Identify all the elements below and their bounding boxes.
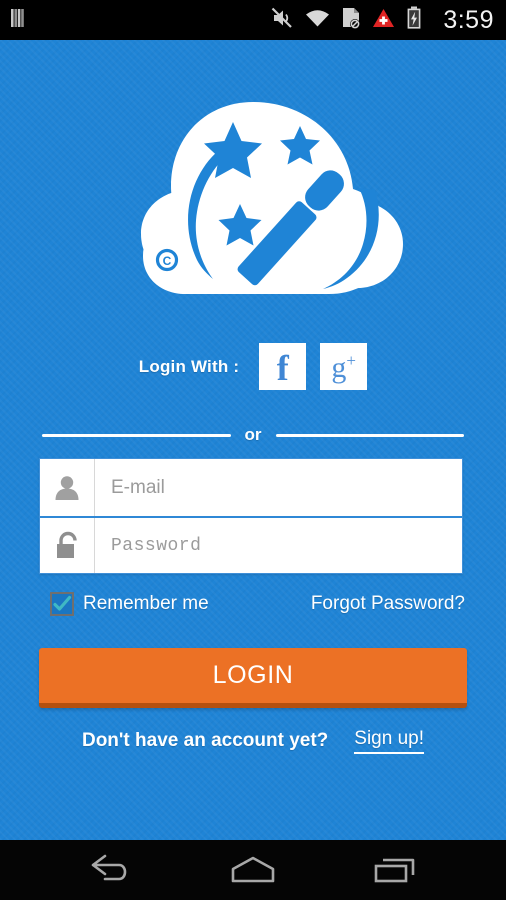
facebook-icon: f [276, 347, 289, 388]
app-content: C Login With : f g+ or E-mail Remember m… [0, 40, 506, 840]
login-button[interactable]: LOGIN [39, 648, 467, 708]
google-plus-login-button[interactable]: g+ [320, 343, 368, 390]
recents-button[interactable] [355, 845, 435, 895]
form-options-row: Remember me Forgot Password? [50, 592, 465, 616]
status-bar-right: 3:59 [270, 6, 494, 35]
remember-me-control[interactable]: Remember me [50, 592, 209, 616]
email-field-row [40, 459, 462, 516]
login-screen: 3:59 C Login With: f g+ or E-mail Remem… [0, 0, 506, 900]
divider-line-left [42, 433, 231, 437]
status-bar-left [10, 7, 26, 34]
recent-apps-icon [374, 858, 415, 883]
check-icon [53, 595, 72, 611]
divider-line-right [275, 433, 464, 437]
status-bar: 3:59 [0, 0, 506, 40]
battery-charging-icon [406, 6, 422, 35]
home-button[interactable] [213, 845, 293, 895]
email-input[interactable] [95, 459, 462, 516]
signup-row: Don't have an account yet? Sign up! [0, 728, 506, 754]
password-field-row [40, 516, 462, 573]
svg-text:C: C [163, 254, 172, 268]
mute-icon [270, 6, 294, 35]
facebook-login-button[interactable]: f [259, 343, 307, 390]
unlocked-padlock-icon [40, 518, 95, 573]
or-divider: or [42, 425, 464, 445]
signup-prompt: Don't have an account yet? [81, 730, 329, 751]
android-navigation-bar [0, 840, 506, 900]
remember-me-label: Remember me [83, 593, 209, 614]
back-icon [91, 854, 127, 881]
sim-signal-icon [10, 7, 26, 34]
social-login-label: Login With : [138, 356, 240, 376]
sd-card-disabled-icon [341, 6, 361, 35]
google-plus-icon: g+ [331, 351, 357, 384]
password-input[interactable] [95, 518, 462, 573]
credentials-form [39, 458, 463, 574]
user-icon [40, 459, 95, 516]
remember-me-checkbox[interactable] [50, 592, 74, 616]
wifi-icon [305, 8, 330, 33]
back-button[interactable] [71, 845, 151, 895]
cloud-magic-wand-logo: C [141, 102, 403, 294]
alert-triangle-icon [372, 7, 395, 34]
divider-label: or [244, 425, 262, 444]
signup-link[interactable]: Sign up! [354, 728, 425, 754]
forgot-password-link[interactable]: Forgot Password? [311, 593, 465, 615]
social-login-row: Login With : f g+ [0, 343, 506, 390]
app-logo: C [0, 85, 506, 315]
status-bar-clock: 3:59 [443, 5, 494, 34]
home-icon [231, 856, 275, 883]
